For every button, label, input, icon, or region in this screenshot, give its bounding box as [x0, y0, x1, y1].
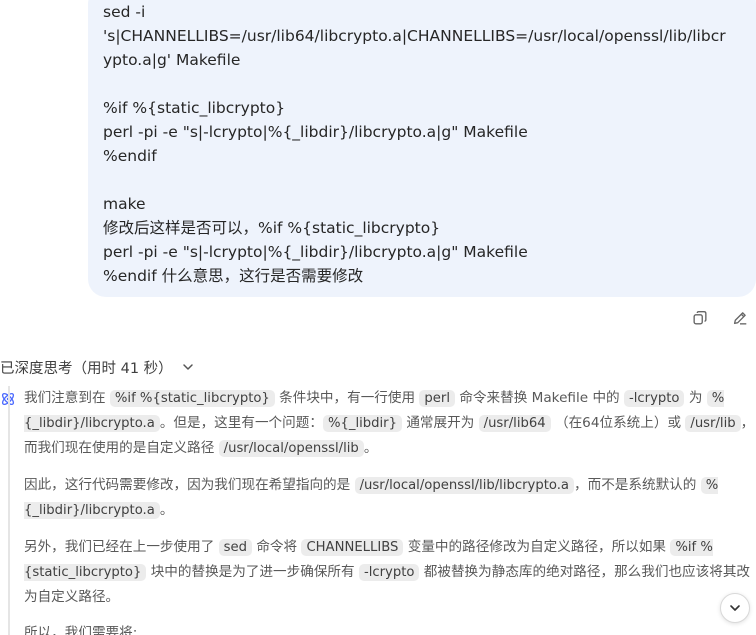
- message-line: make: [103, 195, 146, 213]
- message-line: %endif: [103, 147, 157, 165]
- thinking-label: 已深度思考（用时 41 秒）: [0, 360, 173, 377]
- text: 。但是，这里有一个问题：: [159, 415, 323, 431]
- message-line: perl -pi -e "s|-lcrypto|%{_libdir}/libcr…: [103, 123, 528, 141]
- scroll-to-bottom-button[interactable]: [720, 593, 750, 623]
- message-line: sed -i: [103, 3, 146, 21]
- message-line: [103, 72, 756, 96]
- text: 另外，我们已经在上一步使用了: [24, 539, 215, 555]
- chevron-down-icon: [182, 364, 193, 370]
- text: 命令将: [256, 539, 298, 555]
- thinking-paragraph: 我们注意到在 %if %{static_libcrypto} 条件块中，有一行使…: [24, 386, 756, 461]
- inline-code: /usr/local/openssl/lib: [218, 440, 364, 457]
- text: 为: [688, 390, 703, 406]
- inline-code: -lcrypto: [358, 564, 420, 581]
- inline-code: %{_libdir}: [322, 415, 402, 432]
- text: 命令来替换 Makefile 中的: [459, 390, 620, 406]
- inline-code: %if %{static_libcrypto}: [109, 390, 275, 407]
- thinking-paragraph: 所以，我们需要将:: [24, 621, 756, 635]
- message-line: 修改后这样是否可以，%if %{static_libcrypto}: [103, 219, 441, 237]
- message-line: %if %{static_libcrypto}: [103, 99, 286, 117]
- text: 。: [363, 440, 378, 456]
- inline-code: perl: [419, 390, 455, 407]
- text: 因此，这行代码需要修改，因为我们现在希望指向的是: [24, 477, 351, 493]
- message-line: 's|CHANNELLIBS=/usr/lib64/libcrypto.a|CH…: [103, 27, 726, 45]
- inline-code: /usr/lib64: [478, 415, 551, 432]
- user-message-bubble: sed -i 's|CHANNELLIBS=/usr/lib64/libcryp…: [88, 0, 756, 297]
- chevron-down-icon: [730, 605, 740, 611]
- text: 条件块中，有一行使用: [279, 390, 416, 406]
- copy-button[interactable]: [690, 308, 710, 328]
- message-line: perl -pi -e "s|-lcrypto|%{_libdir}/libcr…: [103, 243, 528, 261]
- thinking-paragraph: 另外，我们已经在上一步使用了 sed 命令将 CHANNELLIBS 变量中的路…: [24, 535, 756, 609]
- edit-icon: [733, 312, 747, 325]
- inline-code: -lcrypto: [623, 390, 685, 407]
- copy-icon: [693, 311, 707, 325]
- text: 通常展开为: [406, 415, 475, 431]
- inline-code: /usr/local/openssl/lib/libcrypto.a: [354, 477, 575, 494]
- text: 所以，我们需要将:: [24, 625, 138, 635]
- inline-code: sed: [218, 539, 252, 556]
- message-line: [103, 168, 756, 192]
- message-line: %endif 什么意思，这行是否需要修改: [103, 267, 364, 285]
- text: 变量中的路径修改为自定义路径，所以如果: [407, 539, 667, 555]
- message-line: ypto.a|g' Makefile: [103, 51, 241, 69]
- thinking-content: 我们注意到在 %if %{static_libcrypto} 条件块中，有一行使…: [8, 386, 756, 635]
- inline-code: CHANNELLIBS: [301, 539, 404, 556]
- thinking-paragraph: 因此，这行代码需要修改，因为我们现在希望指向的是 /usr/local/open…: [24, 473, 756, 523]
- message-actions: [690, 308, 750, 328]
- thinking-toggle[interactable]: 已深度思考（用时 41 秒）: [0, 357, 195, 377]
- text: ，而不是系统默认的: [574, 477, 697, 493]
- edit-button[interactable]: [730, 308, 750, 328]
- text: （在64位系统上）或: [554, 415, 682, 431]
- text: 。: [159, 502, 174, 518]
- text: 块中的替换是为了进一步确保所有: [150, 564, 355, 580]
- inline-code: /usr/lib: [685, 415, 741, 432]
- text: 我们注意到在: [24, 390, 106, 406]
